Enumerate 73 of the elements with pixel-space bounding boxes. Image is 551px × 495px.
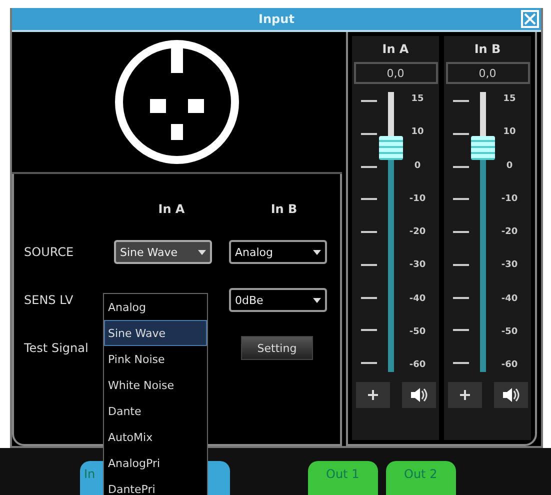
row-label: SOURCE: [23, 245, 75, 259]
caret-icon: [313, 298, 321, 302]
tick-mark: [360, 166, 376, 168]
speaker-button[interactable]: [494, 382, 528, 408]
scale-label: -60: [408, 360, 427, 370]
channel-name: In B: [474, 42, 501, 56]
tick-mark: [452, 132, 468, 135]
gain-readout: 0,0: [354, 62, 438, 84]
scale-label: 0: [413, 160, 422, 170]
tick-mark: [452, 329, 468, 332]
scale-label: 10: [502, 127, 517, 138]
tick-mark: [452, 362, 468, 364]
window-title: Input: [258, 12, 294, 26]
fader-thumb[interactable]: [470, 136, 494, 160]
channel-name: In A: [382, 42, 409, 56]
caret-icon: [313, 250, 321, 254]
dropdown-option[interactable]: AnalogPri: [104, 450, 207, 476]
column-heading: In B: [270, 202, 298, 216]
tick-mark: [360, 264, 376, 266]
scale-label: 10: [410, 127, 425, 138]
tick-mark: [452, 296, 468, 298]
row-label: Test Signal: [23, 341, 90, 355]
dropdown-option[interactable]: AutoMix: [104, 424, 207, 450]
tick-mark: [452, 100, 468, 102]
tick-mark: [360, 100, 376, 102]
fader-thumb[interactable]: [378, 136, 402, 160]
dropdown-option[interactable]: DantePri: [104, 476, 207, 495]
scale-label: -40: [500, 294, 519, 304]
scale-label: 15: [502, 94, 517, 104]
column-heading: In A: [157, 202, 186, 216]
tick-mark: [360, 198, 376, 200]
speaker-icon: [410, 387, 428, 403]
tick-mark: [360, 329, 376, 332]
tick-mark: [360, 132, 376, 135]
dropdown[interactable]: 0dBe: [229, 288, 327, 312]
add-button[interactable]: [356, 382, 390, 408]
scale-label: -60: [500, 360, 519, 370]
tick-mark: [452, 264, 468, 266]
scale-label: 0: [505, 160, 514, 170]
row-label: SENS LV: [23, 293, 74, 307]
close-button[interactable]: [521, 10, 539, 28]
setting-button[interactable]: Setting: [241, 336, 313, 360]
speaker-button[interactable]: [402, 382, 436, 408]
plus-icon: [460, 390, 470, 400]
dropdown-option[interactable]: Dante: [104, 398, 207, 424]
tick-mark: [452, 198, 468, 200]
dropdown-option[interactable]: Sine Wave: [104, 320, 207, 346]
caret-icon: [198, 250, 206, 254]
scale-label: -20: [408, 227, 427, 237]
dropdown-option[interactable]: Pink Noise: [104, 346, 207, 372]
tick-mark: [360, 231, 376, 233]
scale-label: -20: [500, 227, 519, 237]
gain-readout: 0,0: [446, 62, 530, 84]
speaker-icon: [502, 387, 520, 403]
plus-icon: [368, 390, 378, 400]
scale-label: 15: [410, 94, 425, 104]
scale-label: -40: [408, 294, 427, 304]
scale-label: -10: [500, 194, 519, 204]
tick-mark: [360, 362, 376, 364]
dropdown-option[interactable]: White Noise: [104, 372, 207, 398]
dropdown-option[interactable]: Analog: [104, 294, 207, 320]
scale-label: -50: [408, 326, 427, 337]
scale-label: -10: [408, 194, 427, 204]
scale-label: -30: [500, 260, 519, 270]
dropdown[interactable]: Analog: [229, 240, 327, 264]
tick-mark: [452, 166, 468, 168]
tick-mark: [360, 296, 376, 298]
tick-mark: [452, 231, 468, 233]
xlr-connector-icon: [112, 37, 242, 167]
scale-label: -50: [500, 326, 519, 337]
scale-label: -30: [408, 260, 427, 270]
add-button[interactable]: [448, 382, 482, 408]
dropdown[interactable]: Sine Wave: [114, 240, 212, 264]
